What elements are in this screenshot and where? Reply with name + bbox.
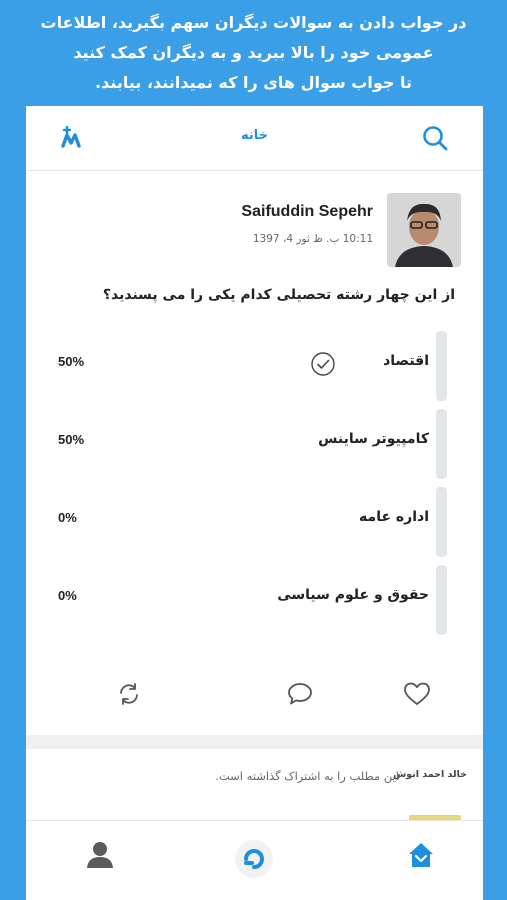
like-icon[interactable]	[403, 681, 431, 711]
option-percent: 0%	[58, 510, 77, 525]
post-timestamp: 10:11 ب. ظ ثور 4، 1397	[252, 233, 373, 245]
option-bar	[436, 565, 447, 635]
app-screen: خانه Saifuddin Sepehr 10:11 ب. ظ ثور 4، …	[26, 106, 483, 900]
promo-line-3: تا جواب سوال های را که نمیدانند، بیابند.	[95, 73, 412, 92]
promo-line-1: در جواب دادن به سوالات دیگران سهم بگیرید…	[40, 13, 467, 32]
activity-user[interactable]: خالد احمد انوش	[393, 769, 467, 780]
compose-icon[interactable]	[232, 837, 276, 885]
activity-text: این مطلب را به اشتراک گذاشته است.	[215, 769, 399, 783]
comment-icon[interactable]	[287, 681, 313, 711]
option-bar	[436, 331, 447, 401]
post-actions	[26, 675, 483, 715]
search-icon[interactable]	[421, 124, 449, 156]
option-percent: 50%	[58, 432, 85, 447]
share-activity: خالد احمد انوش این مطلب را به اشتراک گذا…	[26, 749, 483, 823]
bottom-nav	[26, 820, 483, 900]
poll-option[interactable]: حقوق و علوم سیاسی 0%	[26, 565, 483, 635]
avatar[interactable]	[387, 193, 461, 267]
check-circle-icon	[310, 351, 336, 381]
promo-line-2: عمومی خود را بالا ببرید و به دیگران کمک …	[73, 43, 434, 62]
option-percent: 50%	[58, 354, 85, 369]
option-label: اقتصاد	[383, 353, 429, 369]
option-label: کامپیوتر ساینس	[318, 431, 429, 447]
page-title: خانه	[240, 128, 268, 143]
profile-icon[interactable]	[84, 839, 116, 875]
poll-card: Saifuddin Sepehr 10:11 ب. ظ ثور 4، 1397 …	[26, 171, 483, 735]
top-bar: خانه	[26, 106, 483, 171]
poll-option[interactable]: اقتصاد 50%	[26, 331, 483, 401]
repost-icon[interactable]	[116, 681, 142, 711]
option-bar	[436, 409, 447, 479]
feed-divider	[26, 735, 483, 749]
option-percent: 0%	[58, 588, 77, 603]
option-label: اداره عامه	[359, 509, 429, 525]
author-name[interactable]: Saifuddin Sepehr	[241, 203, 373, 221]
home-icon[interactable]	[405, 839, 437, 875]
poll-option[interactable]: کامپیوتر ساینس 50%	[26, 409, 483, 479]
option-bar	[436, 487, 447, 557]
poll-option[interactable]: اداره عامه 0%	[26, 487, 483, 557]
promo-text: در جواب دادن به سوالات دیگران سهم بگیرید…	[20, 8, 487, 98]
poll-question: از این چهار رشته تحصیلی کدام یکی را می پ…	[102, 287, 455, 303]
option-label: حقوق و علوم سیاسی	[277, 587, 429, 603]
